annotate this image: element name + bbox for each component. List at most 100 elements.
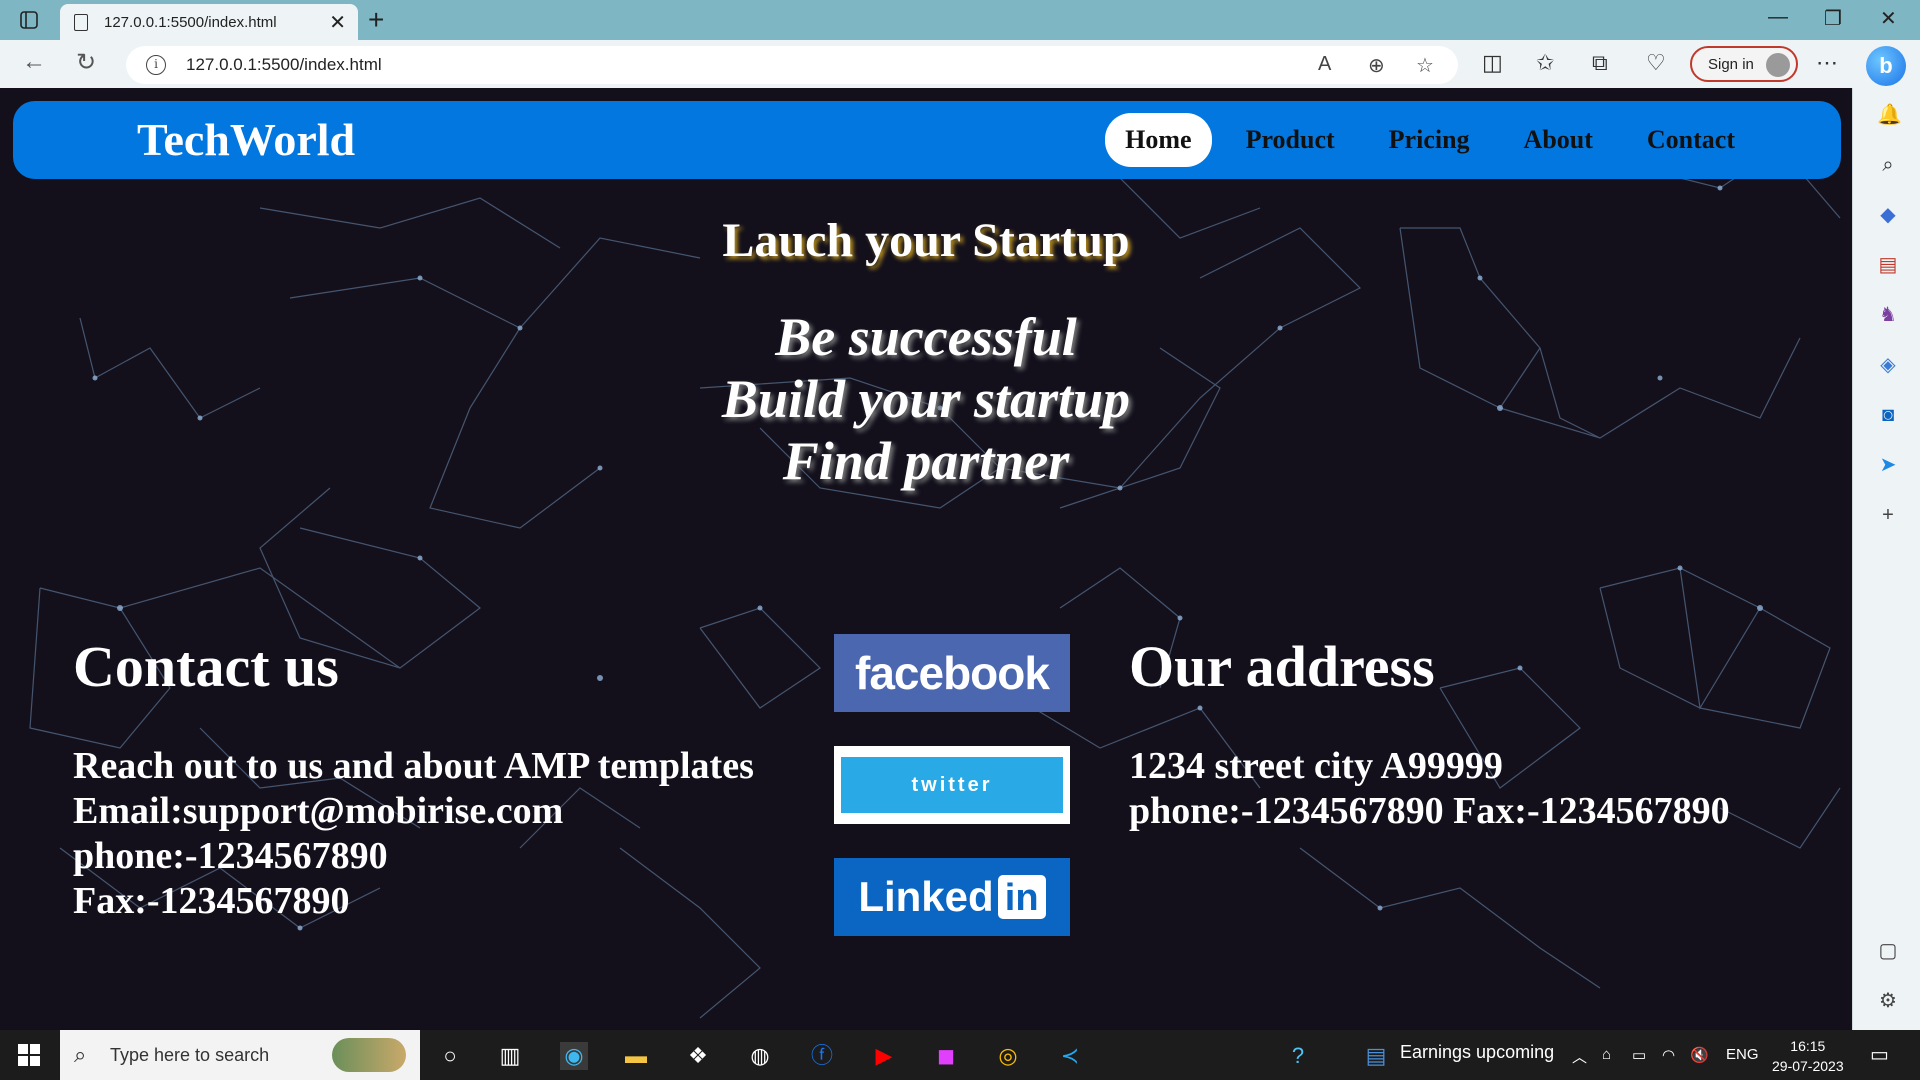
contact-email: Email:support@mobirise.com [73,790,564,832]
contact-fax: Fax:-1234567890 [73,880,350,922]
browser-toolbar: ← ↻ i 127.0.0.1:5500/index.html A ⊕ ☆ ◫ … [0,40,1920,88]
address-heading: Our address [1129,634,1435,699]
help-icon[interactable]: ? [1284,1042,1312,1070]
tools-icon[interactable]: ▤ [1877,254,1899,276]
microsoft-365-icon[interactable]: ◈ [1877,354,1899,376]
twitter-wordmark: twitter [911,773,993,796]
address-street: 1234 street city A99999 [1129,745,1503,787]
read-aloud-icon[interactable]: A [1318,53,1331,76]
task-view-icon[interactable]: ▥ [496,1042,524,1070]
hero-line: Find partner [782,431,1070,491]
tab-actions-icon[interactable] [18,9,40,31]
clock-date: 29-07-2023 [1772,1058,1844,1074]
more-options-icon[interactable]: ⋯ [1816,50,1838,76]
file-explorer-icon[interactable]: ▬ [622,1042,650,1070]
nav-home[interactable]: Home [1105,113,1212,167]
browser-essentials-icon[interactable]: ♡ [1646,50,1666,76]
nav-about[interactable]: About [1504,113,1613,167]
contact-phone: phone:-1234567890 [73,835,388,877]
avatar [1766,53,1790,77]
sidebar-toggle-icon[interactable]: ▢ [1877,940,1899,962]
hero-title: Lauch your Startup [722,214,1130,267]
address-phone-fax: phone:-1234567890 Fax:-1234567890 [1129,790,1730,832]
contact-details: Reach out to us and about AMP templates … [73,744,754,924]
minimize-button[interactable]: — [1768,6,1788,29]
back-icon[interactable]: ← [22,48,46,76]
nav-links: Home Product Pricing About Contact [1105,113,1755,167]
bing-copilot-icon[interactable]: b [1866,46,1906,86]
language-indicator[interactable]: ENG [1726,1046,1759,1063]
brand-logo[interactable]: TechWorld [137,113,355,166]
battery-icon[interactable]: ▭ [1632,1046,1646,1064]
linkedin-in-icon: in [997,875,1046,919]
url-text[interactable]: 127.0.0.1:5500/index.html [186,55,382,75]
wifi-icon[interactable]: ◠ [1662,1046,1675,1064]
shopping-tag-icon[interactable]: ◆ [1877,204,1899,226]
new-tab-button[interactable]: + [368,4,384,36]
collections-icon[interactable]: ⧉ [1592,50,1608,76]
facebook-button[interactable]: facebook [834,634,1070,712]
sign-in-button[interactable]: Sign in [1690,46,1798,82]
windows-taskbar: ⌕ Type here to search ○ ▥ ◉ ▬ ❖ ◍ ⓕ ▶ ◼ … [0,1030,1920,1080]
linkedin-wordmark: Linked [858,873,994,920]
cortana-icon[interactable]: ○ [436,1042,464,1070]
close-window-button[interactable]: ✕ [1880,6,1897,31]
facebook-app-icon[interactable]: ⓕ [808,1042,836,1070]
youtube-icon[interactable]: ▶ [870,1042,898,1070]
contact-heading: Contact us [73,634,339,699]
notification-icon[interactable]: ▭ [1870,1042,1889,1067]
games-icon[interactable]: ♞ [1877,304,1899,326]
search-highlight-image [332,1038,406,1072]
close-tab-icon[interactable]: ✕ [329,10,346,35]
nav-contact[interactable]: Contact [1627,113,1755,167]
refresh-icon[interactable]: ↻ [76,48,96,77]
taskbar-clock[interactable]: 16:15 29-07-2023 [1772,1036,1844,1076]
site-navbar: TechWorld Home Product Pricing About Con… [13,101,1841,179]
split-screen-icon[interactable]: ◫ [1482,50,1503,76]
settings-gear-icon[interactable]: ⚙ [1877,990,1899,1012]
favorite-star-icon[interactable]: ☆ [1416,53,1434,78]
restore-button[interactable]: ❐ [1824,6,1842,31]
browser-tab-bar: 127.0.0.1:5500/index.html ✕ + — ❐ ✕ [0,0,1920,40]
widgets-label[interactable]: Earnings upcoming [1400,1042,1554,1063]
github-icon[interactable]: ◍ [746,1042,774,1070]
nav-pricing[interactable]: Pricing [1369,113,1490,167]
search-icon: ⌕ [74,1042,87,1067]
page-icon [74,13,88,31]
edge-sidebar: 🔔 ⌕ ◆ ▤ ♞ ◈ ◙ ➤ + ▢ ⚙ [1852,88,1920,1030]
bell-icon[interactable]: 🔔 [1877,104,1902,126]
address-bar[interactable]: i 127.0.0.1:5500/index.html A ⊕ ☆ [126,46,1458,84]
contact-line: Reach out to us and about AMP templates [73,745,754,787]
facebook-logo: facebook [855,647,1050,699]
jetbrains-icon[interactable]: ◼ [932,1042,960,1070]
nav-product[interactable]: Product [1226,113,1355,167]
edge-icon[interactable]: ◉ [560,1042,588,1070]
volume-muted-icon[interactable]: 🔇 [1690,1046,1709,1064]
address-details: 1234 street city A99999 phone:-123456789… [1129,744,1730,834]
add-icon[interactable]: + [1877,504,1899,526]
twitter-logo: twitter [841,757,1063,813]
linkedin-button[interactable]: Linked in [834,858,1070,936]
favorites-icon[interactable]: ✩ [1536,50,1554,76]
dropbox-icon[interactable]: ❖ [684,1042,712,1070]
twitter-button[interactable]: twitter [834,746,1070,824]
network-icon[interactable]: ⌂ [1602,1046,1611,1063]
news-icon[interactable]: ▤ [1362,1042,1390,1070]
vscode-icon[interactable]: ≺ [1056,1042,1084,1070]
browser-tab[interactable]: 127.0.0.1:5500/index.html ✕ [60,4,358,40]
taskbar-search[interactable]: ⌕ Type here to search [60,1030,420,1080]
search-icon[interactable]: ⌕ [1877,154,1899,176]
outlook-icon[interactable]: ◙ [1877,404,1899,426]
hero-line: Build your startup [721,369,1131,429]
clock-time: 16:15 [1790,1038,1826,1054]
hero-line: Be successful [775,307,1077,367]
site-info-icon[interactable]: i [146,55,166,75]
sign-in-label: Sign in [1708,56,1754,73]
zoom-icon[interactable]: ⊕ [1368,53,1385,78]
search-placeholder: Type here to search [110,1045,270,1065]
windows-start-icon[interactable] [18,1044,40,1066]
drop-icon[interactable]: ➤ [1877,454,1899,476]
tray-chevron-icon[interactable]: ︿ [1572,1046,1587,1067]
page-viewport: TechWorld Home Product Pricing About Con… [0,88,1852,1030]
chrome-icon[interactable]: ◎ [994,1042,1022,1070]
